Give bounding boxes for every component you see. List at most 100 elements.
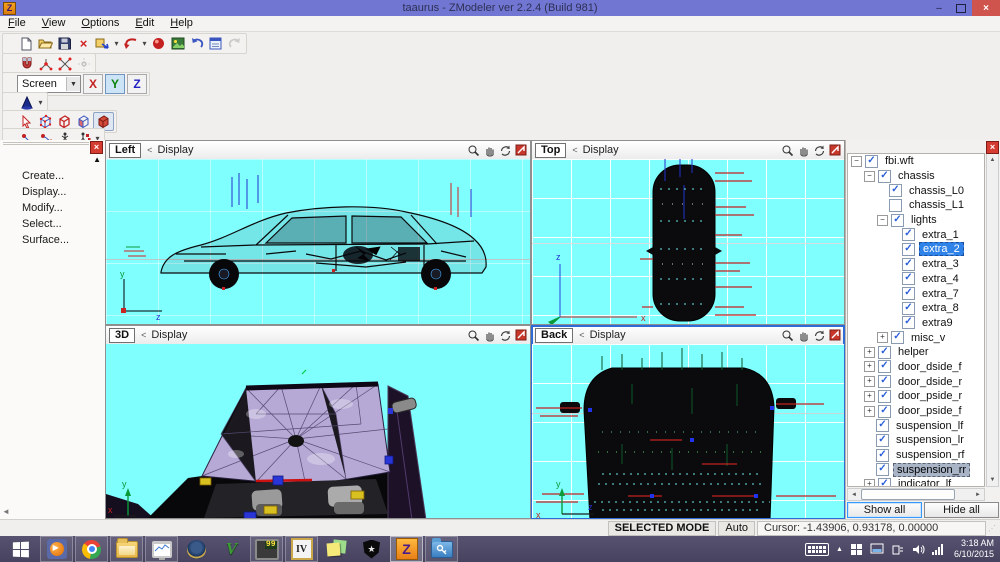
- tree-node-extra_7[interactable]: extra_7: [919, 288, 962, 300]
- save-file-button[interactable]: [55, 35, 74, 52]
- tree-node-door_pside_f[interactable]: door_pside_f: [895, 405, 965, 417]
- visibility-checkbox[interactable]: ✓: [902, 243, 915, 256]
- visibility-checkbox[interactable]: ✓: [902, 287, 915, 300]
- zoom-icon[interactable]: [467, 144, 480, 157]
- scene-panel-button[interactable]: [206, 35, 225, 52]
- tree-node-suspension_lf[interactable]: suspension_lf: [893, 420, 966, 432]
- weld-vertices-button[interactable]: [36, 55, 55, 72]
- sidebar-item-surface[interactable]: Surface...: [0, 232, 105, 248]
- taskbar-media-player[interactable]: [40, 536, 73, 562]
- scroll-down-icon[interactable]: ▼: [987, 474, 998, 486]
- display-menu[interactable]: Display: [583, 144, 619, 156]
- zoom-icon[interactable]: [781, 329, 794, 342]
- volume-icon[interactable]: [911, 543, 925, 556]
- visibility-checkbox[interactable]: ✓: [876, 434, 889, 447]
- safely-remove-icon[interactable]: [891, 543, 904, 556]
- tree-node-helper[interactable]: helper: [895, 346, 932, 358]
- display-menu[interactable]: Display: [590, 329, 626, 341]
- tree-vertical-scrollbar[interactable]: ▲ ▼: [986, 153, 999, 487]
- tree-expander-icon[interactable]: +: [864, 391, 875, 402]
- keyboard-icon[interactable]: [805, 543, 829, 556]
- snap-target-button[interactable]: [74, 55, 93, 72]
- visibility-checkbox[interactable]: ✓: [865, 155, 878, 168]
- scroll-left-icon[interactable]: ◄: [848, 492, 860, 498]
- visibility-checkbox[interactable]: ✓: [878, 360, 891, 373]
- tree-node-suspension_rf[interactable]: suspension_rf: [893, 449, 968, 461]
- tree-expander-icon[interactable]: −: [877, 215, 888, 226]
- sidebar-item-select[interactable]: Select...: [0, 216, 105, 232]
- visibility-checkbox[interactable]: ✓: [878, 375, 891, 388]
- tree-node-chassis_L1[interactable]: chassis_L1: [906, 199, 967, 211]
- scroll-up-icon[interactable]: ▲: [987, 154, 998, 166]
- rotate-icon[interactable]: [499, 144, 512, 157]
- zoom-icon[interactable]: [467, 329, 480, 342]
- minimize-button[interactable]: –: [928, 0, 950, 16]
- maximize-viewport-icon[interactable]: [829, 329, 841, 341]
- tree-expander-icon[interactable]: −: [864, 171, 875, 182]
- visibility-checkbox[interactable]: ✓: [902, 258, 915, 271]
- viewport-name-button[interactable]: Top: [535, 143, 566, 158]
- sidebar-item-display[interactable]: Display...: [0, 184, 105, 200]
- export-scene-button[interactable]: [93, 35, 112, 52]
- delete-button[interactable]: ×: [74, 35, 93, 52]
- import-scene-button[interactable]: [121, 35, 140, 52]
- rotate-icon[interactable]: [813, 144, 826, 157]
- visibility-checkbox[interactable]: ✓: [876, 449, 889, 462]
- tree-expander-icon[interactable]: +: [864, 479, 875, 487]
- viewport-back-canvas[interactable]: y x z: [532, 344, 844, 518]
- sidebar-item-modify[interactable]: Modify...: [0, 200, 105, 216]
- menu-view[interactable]: View: [34, 16, 74, 31]
- taskbar-monitor-99[interactable]: 99: [250, 536, 283, 562]
- open-file-button[interactable]: [36, 35, 55, 52]
- viewport-left-canvas[interactable]: y z: [106, 159, 530, 324]
- visibility-checkbox[interactable]: [889, 199, 902, 212]
- tree-node-misc_v[interactable]: misc_v: [908, 332, 948, 344]
- display-menu[interactable]: Display: [151, 329, 187, 341]
- tree-expander-icon[interactable]: −: [851, 156, 862, 167]
- axis-y-button[interactable]: Y: [105, 74, 125, 94]
- space-selector[interactable]: Screen ▼: [17, 75, 81, 93]
- taskbar-file-explorer[interactable]: [110, 536, 143, 562]
- viewport-name-button[interactable]: Back: [535, 328, 573, 343]
- show-all-button[interactable]: Show all: [847, 502, 922, 518]
- scrollbar-thumb[interactable]: [861, 489, 955, 500]
- hide-all-button[interactable]: Hide all: [924, 502, 999, 518]
- material-editor-button[interactable]: [149, 35, 168, 52]
- rotate-icon[interactable]: [499, 329, 512, 342]
- taskbar-gta-iv[interactable]: IV: [285, 536, 318, 562]
- maximize-button[interactable]: [950, 0, 972, 16]
- taskbar-system-monitor[interactable]: [145, 536, 178, 562]
- new-file-button[interactable]: [17, 35, 36, 52]
- redo-button[interactable]: [225, 35, 244, 52]
- visibility-checkbox[interactable]: ✓: [902, 316, 915, 329]
- start-button[interactable]: [0, 536, 40, 562]
- pan-hand-icon[interactable]: [483, 144, 496, 157]
- visibility-checkbox[interactable]: ✓: [891, 214, 904, 227]
- viewport-back[interactable]: Back < Display: [531, 325, 845, 519]
- pan-hand-icon[interactable]: [797, 329, 810, 342]
- auto-indicator[interactable]: Auto: [718, 521, 755, 536]
- tree-node-extra_2[interactable]: extra_2: [919, 242, 964, 256]
- visibility-checkbox[interactable]: ✓: [876, 419, 889, 432]
- visibility-checkbox[interactable]: ✓: [902, 302, 915, 315]
- viewport-3d[interactable]: 3D < Display: [105, 325, 531, 519]
- tree-expander-icon[interactable]: +: [877, 332, 888, 343]
- taskbar-clock[interactable]: 3:18 AM 6/10/2015: [950, 538, 994, 560]
- viewport-left[interactable]: Left < Display: [105, 140, 531, 325]
- display-menu[interactable]: Display: [157, 144, 193, 156]
- maximize-viewport-icon[interactable]: [515, 329, 527, 341]
- axis-z-button[interactable]: Z: [127, 74, 147, 94]
- panel-close-icon[interactable]: ×: [90, 141, 103, 154]
- visibility-checkbox[interactable]: ✓: [902, 228, 915, 241]
- visibility-checkbox[interactable]: ✓: [891, 331, 904, 344]
- tree-expander-icon[interactable]: +: [864, 406, 875, 417]
- dropdown-icon[interactable]: ▾: [112, 35, 121, 52]
- tree-node-extra_4[interactable]: extra_4: [919, 273, 962, 285]
- visibility-checkbox[interactable]: ✓: [878, 405, 891, 418]
- texture-browser-button[interactable]: [168, 35, 187, 52]
- viewport-top-canvas[interactable]: z x: [532, 159, 844, 324]
- tree-expander-icon[interactable]: +: [864, 347, 875, 358]
- taskbar-gta-v[interactable]: V: [215, 536, 248, 562]
- viewport-3d-canvas[interactable]: y x z: [106, 344, 530, 518]
- windows-flag-tray-icon[interactable]: [850, 543, 863, 556]
